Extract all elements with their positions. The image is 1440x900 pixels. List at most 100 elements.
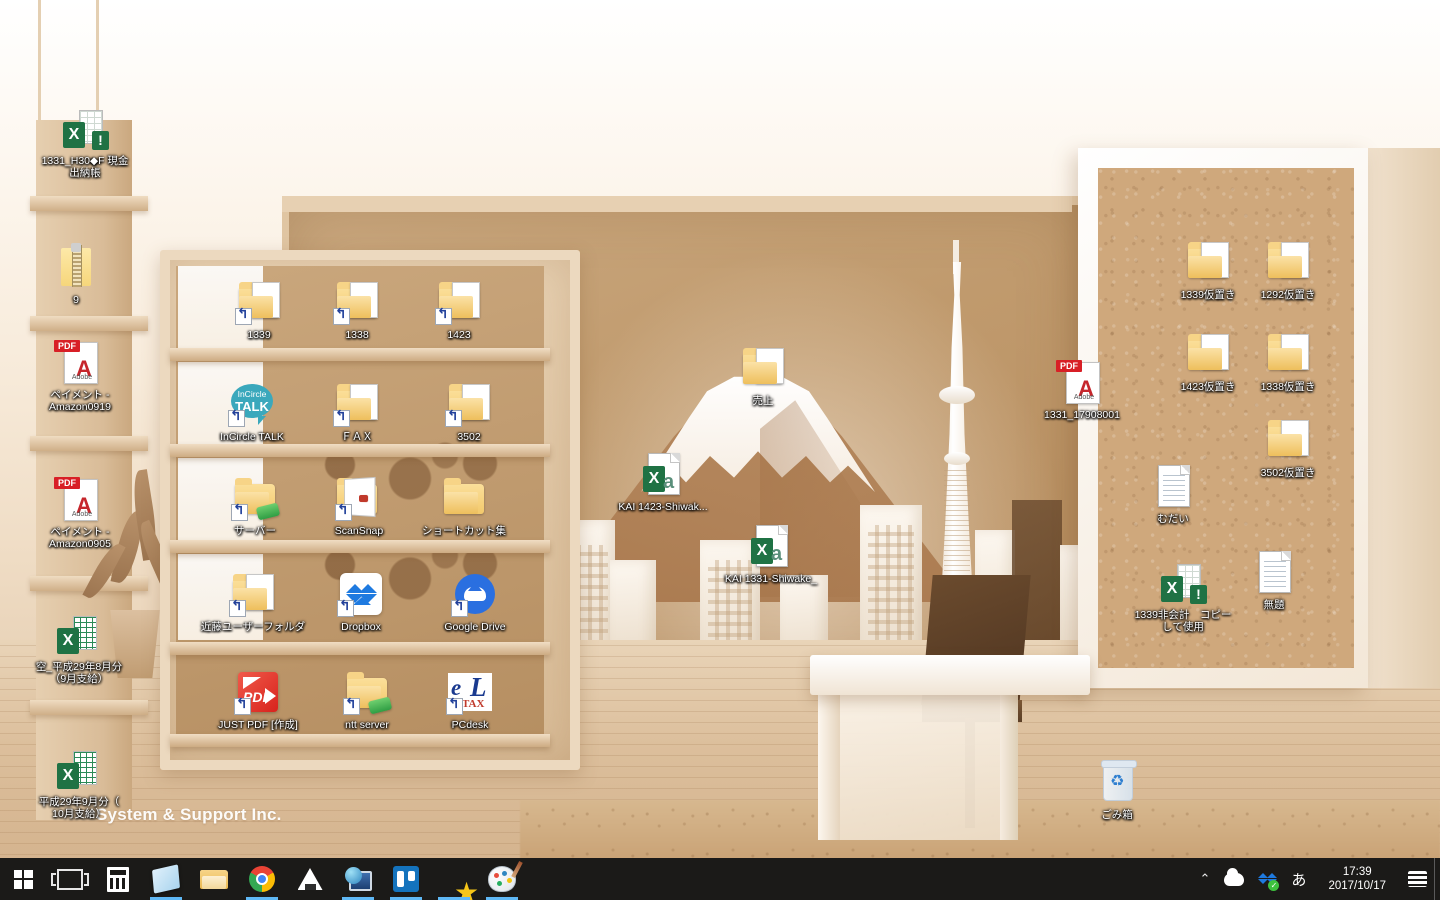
desktop-icon-folder-fax[interactable]: ＦＡＸ: [316, 380, 398, 443]
wallpaper-shelf-board: [170, 734, 550, 747]
show-desktop-button[interactable]: [1434, 858, 1440, 900]
icon-label: 1339: [247, 329, 271, 341]
excel-file-icon: X a: [747, 522, 795, 570]
desktop-icon-scansnap[interactable]: ScanSnap: [318, 474, 400, 537]
wallpaper-shelf-board: [30, 436, 148, 451]
start-button[interactable]: [0, 858, 46, 900]
scansnap-icon: [335, 474, 383, 522]
desktop-icon-excel-1339-hikaikei[interactable]: X! 1339非会計 コピー して使用: [1128, 558, 1238, 633]
calculator-icon: [107, 866, 129, 892]
task-view-button[interactable]: [46, 858, 94, 900]
taskbar-item-trello[interactable]: [382, 858, 430, 900]
text-file-icon: [1149, 462, 1197, 510]
folder-icon: [440, 474, 488, 522]
icon-label: Google Drive: [444, 621, 506, 633]
taskbar-item-explorer[interactable]: [190, 858, 238, 900]
desktop-icon-ntt-server[interactable]: ntt server: [326, 668, 408, 731]
desktop-icon-pdf-amazon0919[interactable]: A Adobe PDF ペイメント - Amazon0919: [30, 338, 130, 413]
tray-ime-indicator[interactable]: あ: [1284, 858, 1313, 900]
desktop-icon-pcdesk[interactable]: eLTAX PCdesk: [429, 668, 511, 731]
task-view-icon: [51, 868, 89, 890]
taskbar[interactable]: ★ ⌃ ✓ あ 17:39 2017/10/17: [0, 858, 1440, 900]
taskbar-item-paint[interactable]: [478, 858, 526, 900]
icon-label: 売上: [752, 395, 774, 407]
action-center-button[interactable]: [1401, 858, 1434, 900]
icon-label: KAI 1423-Shiwak...: [618, 501, 708, 513]
desktop-icon-dropbox[interactable]: Dropbox: [320, 570, 402, 633]
desktop-icon-folder-3502-kari[interactable]: 3502仮置き: [1238, 416, 1338, 479]
desktop-icon-folder-1339[interactable]: 1339: [218, 278, 300, 341]
desktop-icon-text-mudai[interactable]: むだい: [1132, 462, 1214, 525]
dropbox-sync-icon: ✓: [1258, 871, 1280, 891]
excel-icon: X: [55, 745, 103, 793]
desktop-icon-excel-kai-1423[interactable]: X a KAI 1423-Shiwak...: [608, 450, 718, 513]
desktop-icon-recycle-bin[interactable]: ♻ ごみ箱: [1076, 758, 1158, 821]
desktop-icon-just-pdf[interactable]: PDF JUST PDF [作成]: [208, 668, 308, 731]
icon-label: 3502仮置き: [1260, 467, 1316, 479]
icon-label: ntt server: [345, 719, 389, 731]
wallpaper-shelf-board: [170, 348, 550, 361]
desktop-icon-excel-kai-1331[interactable]: X a KAI 1331-Shiwake_: [716, 522, 826, 585]
network-folder-shortcut-icon: [231, 474, 281, 522]
just-pdf-icon: PDF: [234, 668, 282, 716]
icon-label: PCdesk: [451, 719, 489, 731]
desktop-icon-folder-uriage[interactable]: 売上: [722, 344, 804, 407]
wallpaper-desk-top: [810, 655, 1090, 695]
tray-onedrive-button[interactable]: [1217, 858, 1251, 900]
notification-icon: [1408, 871, 1427, 887]
desktop-icon-excel-kara-h29-8[interactable]: X 空_平成29年8月分 （9月支給）: [24, 610, 134, 685]
chevron-up-icon: ⌃: [1199, 871, 1211, 886]
desktop-icon-folder-server[interactable]: サーバー: [214, 474, 296, 537]
wallpaper-shelf-board: [30, 316, 148, 331]
taskbar-item-calculator[interactable]: [94, 858, 142, 900]
icon-label: 1331_17908001: [1044, 409, 1120, 421]
desktop[interactable]: System & Support Inc. X! 1331_H30◆F 現金 出…: [0, 0, 1440, 900]
desktop-icon-excel-cash-book[interactable]: X! 1331_H30◆F 現金 出納帳: [30, 104, 140, 179]
desktop-icon-folder-1423[interactable]: 1423: [418, 278, 500, 341]
taskbar-item-onigiri-app[interactable]: [286, 858, 334, 900]
desktop-icon-folder-1338-kari[interactable]: 1338仮置き: [1238, 330, 1338, 393]
wallpaper-desk-leg: [818, 690, 840, 840]
wallpaper-rope: [96, 0, 99, 115]
desktop-icon-google-drive[interactable]: Google Drive: [425, 570, 525, 633]
desktop-icon-folder-1292-kari[interactable]: 1292仮置き: [1238, 238, 1338, 301]
zip-archive-icon: [52, 243, 100, 291]
trello-icon: [393, 866, 419, 892]
folder-icon: [1184, 238, 1232, 286]
desktop-icon-pdf-amazon0905[interactable]: A Adobe PDF ペイメント - Amazon0905: [30, 475, 130, 550]
icon-label: ショートカット集: [422, 525, 506, 537]
pdf-icon: A Adobe PDF: [54, 475, 104, 523]
folder-shortcut-icon: [445, 380, 493, 428]
taskbar-item-sticky-notes[interactable]: [142, 858, 190, 900]
folder-icon: [739, 344, 787, 392]
desktop-icon-pdf-1331-17908001[interactable]: A Adobe PDF 1331_17908001: [1027, 358, 1137, 421]
tray-overflow-button[interactable]: ⌃: [1193, 858, 1218, 900]
desktop-icon-incircle-talk[interactable]: InCircleTALK InCircle TALK: [202, 380, 302, 443]
taskbar-item-star-app[interactable]: ★: [430, 858, 479, 900]
icon-label: ごみ箱: [1101, 809, 1133, 821]
desktop-icon-folder-3502[interactable]: 3502: [428, 380, 510, 443]
system-tray[interactable]: ⌃ ✓ あ 17:39 2017/10/17: [1193, 858, 1440, 900]
taskbar-clock[interactable]: 17:39 2017/10/17: [1313, 858, 1401, 900]
desktop-icon-folder-1338[interactable]: 1338: [316, 278, 398, 341]
desktop-icon-text-mudai2[interactable]: 無題: [1233, 548, 1315, 611]
wallpaper-shelf-board: [30, 700, 148, 715]
wallpaper-wall-edge: [1368, 148, 1440, 688]
folder-shortcut-icon: [229, 570, 277, 618]
icon-label: KAI 1331-Shiwake_: [724, 573, 818, 585]
desktop-icon-zip-9[interactable]: 9: [35, 243, 117, 306]
icon-label: 空_平成29年8月分 （9月支給）: [35, 661, 123, 685]
text-file-icon: [1250, 548, 1298, 596]
wallpaper-shelf-board: [170, 642, 550, 655]
desktop-icon-folder-shortcuts[interactable]: ショートカット集: [414, 474, 514, 537]
taskbar-item-remote-app[interactable]: [334, 858, 382, 900]
taskbar-item-chrome[interactable]: [238, 858, 286, 900]
icon-label: 9: [73, 294, 79, 306]
tray-dropbox-button[interactable]: ✓: [1251, 858, 1284, 900]
icon-label: InCircle TALK: [220, 431, 284, 443]
dropbox-icon: [337, 570, 385, 618]
excel-icon: X: [55, 610, 103, 658]
chrome-icon: [249, 866, 275, 892]
desktop-icon-excel-h29-9[interactable]: X 平成29年9月分（ 10月支給）: [24, 745, 134, 820]
desktop-icon-folder-kondo-user[interactable]: 近藤ユーザーフォルダ: [198, 570, 308, 633]
